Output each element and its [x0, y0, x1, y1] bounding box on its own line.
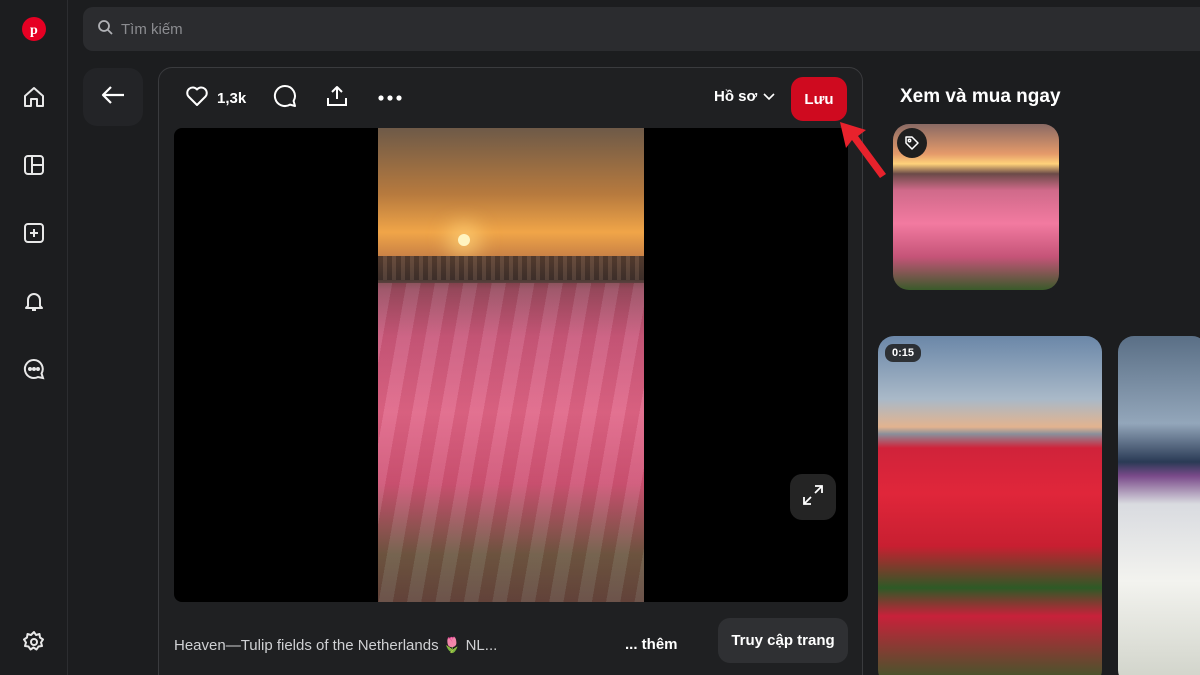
tulip-field-video-frame	[378, 128, 644, 602]
share-button[interactable]	[325, 84, 349, 112]
board-select[interactable]: Hồ sơ	[714, 88, 775, 105]
video-duration-badge: 0:15	[885, 344, 922, 362]
visit-site-button[interactable]: Truy cập trang	[718, 618, 848, 663]
search-input[interactable]	[121, 20, 721, 38]
pin-description: Heaven—Tulip fields of the Netherlands 🌷…	[174, 637, 498, 654]
back-button[interactable]	[83, 68, 143, 126]
pin-toolbar: 1,3k Hồ sơ Lưu	[159, 68, 862, 128]
save-button[interactable]: Lưu	[791, 77, 847, 121]
left-nav-rail: p	[0, 0, 68, 675]
shop-section-title: Xem và mua ngay	[900, 86, 1061, 107]
like-count: 1,3k	[217, 89, 247, 107]
pinterest-logo-icon[interactable]: p	[22, 17, 46, 41]
board-select-label: Hồ sơ	[714, 88, 758, 105]
comment-button[interactable]	[273, 84, 297, 112]
search-bar[interactable]	[83, 7, 1200, 51]
tulip-rows	[378, 283, 644, 602]
expand-icon	[802, 484, 824, 511]
related-pin[interactable]	[1118, 336, 1200, 675]
like-button[interactable]: 1,3k	[185, 84, 246, 112]
home-icon[interactable]	[20, 83, 48, 111]
arrow-left-icon	[100, 85, 126, 110]
pin-video[interactable]	[174, 128, 848, 602]
shop-product-thumbnail[interactable]	[893, 124, 1059, 290]
chevron-down-icon	[763, 88, 775, 105]
comment-icon	[273, 84, 297, 113]
svg-text:p: p	[30, 23, 38, 37]
heart-icon	[185, 85, 209, 112]
more-dots-icon	[377, 89, 403, 107]
search-icon	[97, 19, 113, 40]
plus-square-icon[interactable]	[20, 219, 48, 247]
bell-icon[interactable]	[20, 287, 48, 315]
more-options-button[interactable]	[377, 84, 403, 112]
share-icon	[325, 84, 349, 113]
more-link[interactable]: ... thêm	[625, 636, 678, 653]
related-pin[interactable]: 0:15	[878, 336, 1102, 675]
layout-icon[interactable]	[20, 151, 48, 179]
pin-closeup: 1,3k Hồ sơ Lưu Heaven—Tulip fields of th…	[158, 67, 863, 675]
gear-icon[interactable]	[20, 628, 48, 656]
chat-icon[interactable]	[20, 355, 48, 383]
fullscreen-button[interactable]	[790, 474, 836, 520]
sun-glow	[458, 234, 470, 246]
tag-icon	[897, 128, 927, 158]
treeline	[378, 256, 644, 280]
